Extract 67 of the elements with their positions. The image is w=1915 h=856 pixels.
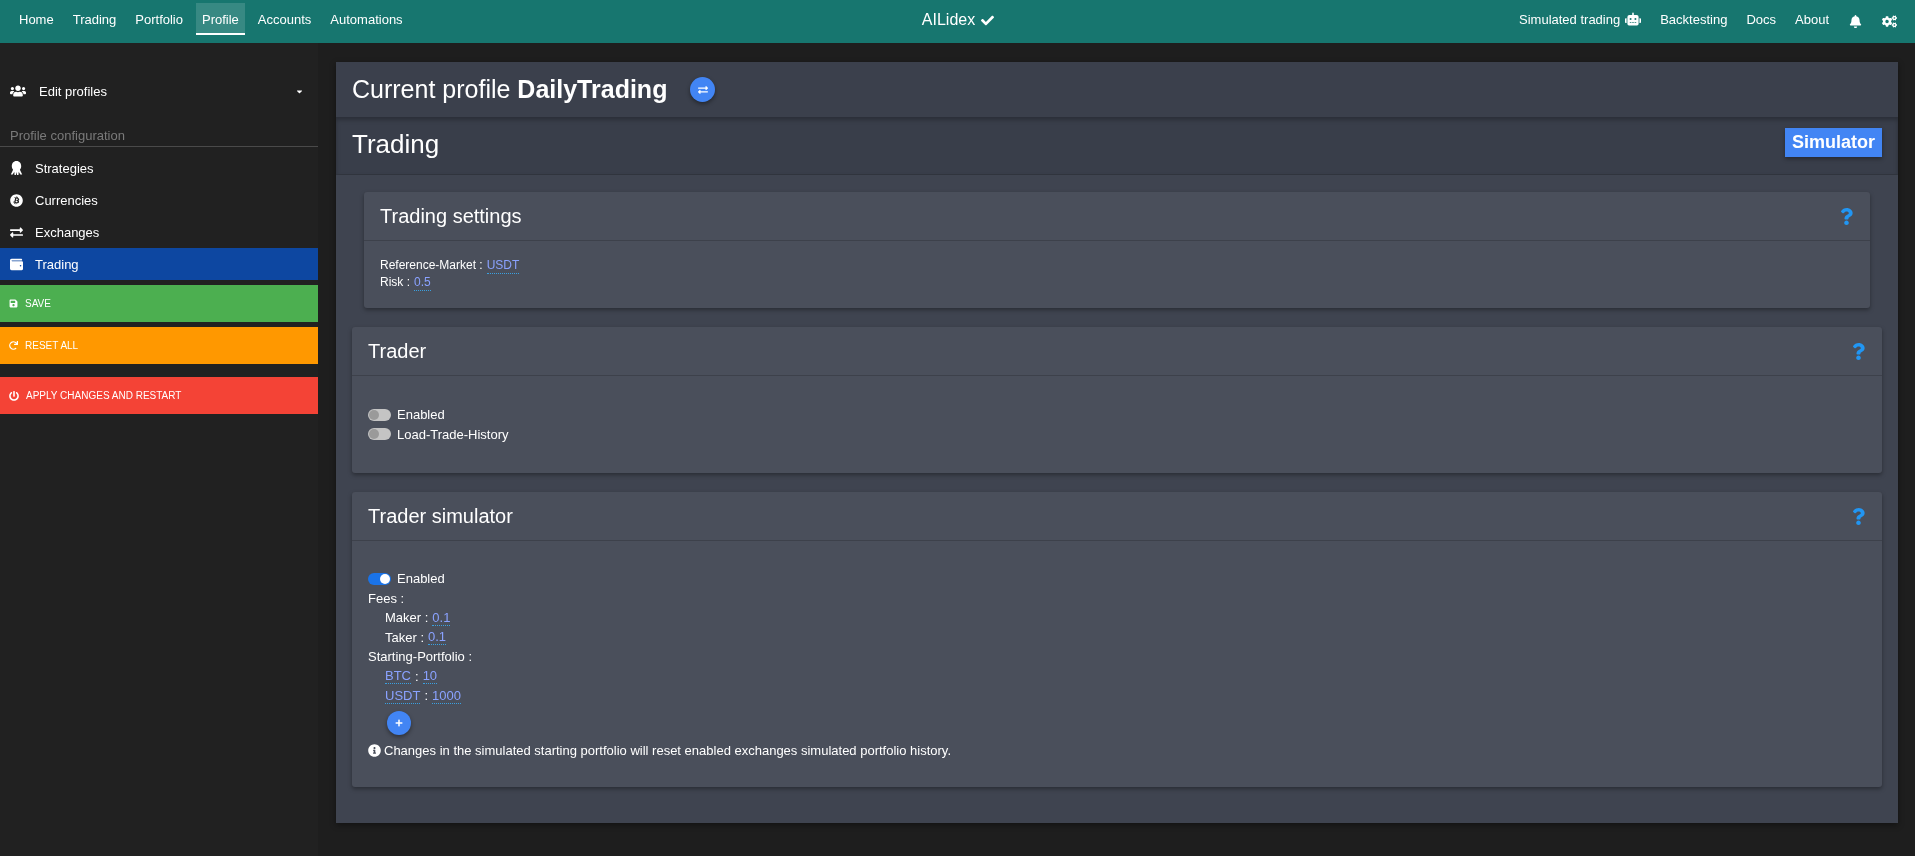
- field-label: Maker :: [385, 609, 429, 627]
- nav-link[interactable]: Docs: [1740, 3, 1782, 35]
- asset-amount[interactable]: 1000: [432, 687, 461, 704]
- bitcoin-icon: [10, 193, 23, 207]
- refresh-icon: [9, 341, 18, 350]
- brand-title[interactable]: AILidex: [921, 11, 976, 29]
- section-title: Trading: [352, 129, 440, 159]
- wallet-icon: [10, 257, 23, 271]
- nav-link[interactable]: About: [1789, 3, 1835, 35]
- field-value[interactable]: USDT: [486, 257, 520, 274]
- bell-icon[interactable]: [1848, 15, 1863, 28]
- check-icon: [981, 13, 995, 27]
- nav-link[interactable]: Automations: [324, 3, 409, 35]
- toggle-label: Enabled: [397, 406, 445, 424]
- group-label: Fees :: [368, 589, 405, 608]
- info-icon: [368, 743, 381, 757]
- nav-link[interactable]: Accounts: [251, 3, 318, 35]
- add-button[interactable]: [387, 710, 411, 735]
- save-button[interactable]: SAVE: [0, 285, 318, 322]
- colon-separator: :: [415, 667, 419, 686]
- asset-name[interactable]: BTC: [385, 668, 411, 685]
- nav-link[interactable]: Trading: [66, 3, 123, 35]
- apply-restart-button[interactable]: APPLY CHANGES AND RESTART: [0, 377, 318, 414]
- help-icon[interactable]: [1852, 507, 1865, 525]
- field-value[interactable]: 0.1: [428, 629, 447, 646]
- gears-icon[interactable]: [1882, 15, 1897, 28]
- field-label: Taker :: [385, 628, 424, 647]
- toggle-switch[interactable]: [368, 428, 391, 441]
- asset-name[interactable]: USDT: [385, 687, 421, 704]
- switch-profile-button[interactable]: [690, 77, 716, 102]
- sidebar-item[interactable]: Strategies: [0, 152, 318, 184]
- swap-arrows-icon: [697, 84, 708, 95]
- profile-title: Current profile DailyTrading: [352, 75, 668, 104]
- field-label: Reference-Market :: [380, 257, 483, 274]
- toggle-switch[interactable]: [368, 408, 391, 421]
- mode-badge: Simulator: [1785, 128, 1882, 157]
- toggle-switch[interactable]: [368, 572, 391, 585]
- field-value[interactable]: 0.5: [414, 274, 431, 291]
- power-icon: [9, 390, 19, 401]
- colon-separator: :: [424, 687, 428, 705]
- info-note: Changes in the simulated starting portfolio will reset enabled exchanges simulated portfolio history.: [384, 741, 951, 760]
- field-value[interactable]: 0.1: [432, 609, 451, 626]
- users-icon: [10, 83, 26, 99]
- nav-link[interactable]: Home: [13, 3, 60, 35]
- asset-amount[interactable]: 10: [422, 668, 438, 685]
- help-icon[interactable]: [1840, 207, 1853, 225]
- card-title: Trading settings: [380, 204, 522, 228]
- sidebar-item[interactable]: Currencies: [0, 184, 318, 216]
- octopus-icon: [10, 161, 23, 175]
- sidebar-item[interactable]: Trading: [0, 248, 318, 280]
- sidebar-section-title: Profile configuration: [9, 128, 126, 144]
- toggle-label: Load-Trade-History: [397, 425, 509, 444]
- sidebar-item[interactable]: Exchanges: [0, 216, 318, 248]
- toggle-label: Enabled: [397, 570, 445, 588]
- group-label: Starting-Portfolio :: [368, 648, 473, 666]
- field-label: Risk :: [380, 274, 410, 291]
- profiles-dropdown[interactable]: Edit profiles: [0, 75, 318, 107]
- robot-icon: [1625, 11, 1642, 27]
- nav-link[interactable]: Simulated trading: [1513, 3, 1648, 35]
- plus-icon: [395, 718, 403, 727]
- nav-link[interactable]: Profile: [196, 3, 245, 35]
- nav-link[interactable]: Portfolio: [129, 3, 189, 35]
- card-title: Trader simulator: [368, 504, 513, 528]
- help-icon[interactable]: [1852, 342, 1865, 360]
- swap-arrows-icon: [10, 225, 23, 239]
- card-title: Trader: [368, 339, 427, 363]
- nav-link[interactable]: Backtesting: [1654, 3, 1734, 35]
